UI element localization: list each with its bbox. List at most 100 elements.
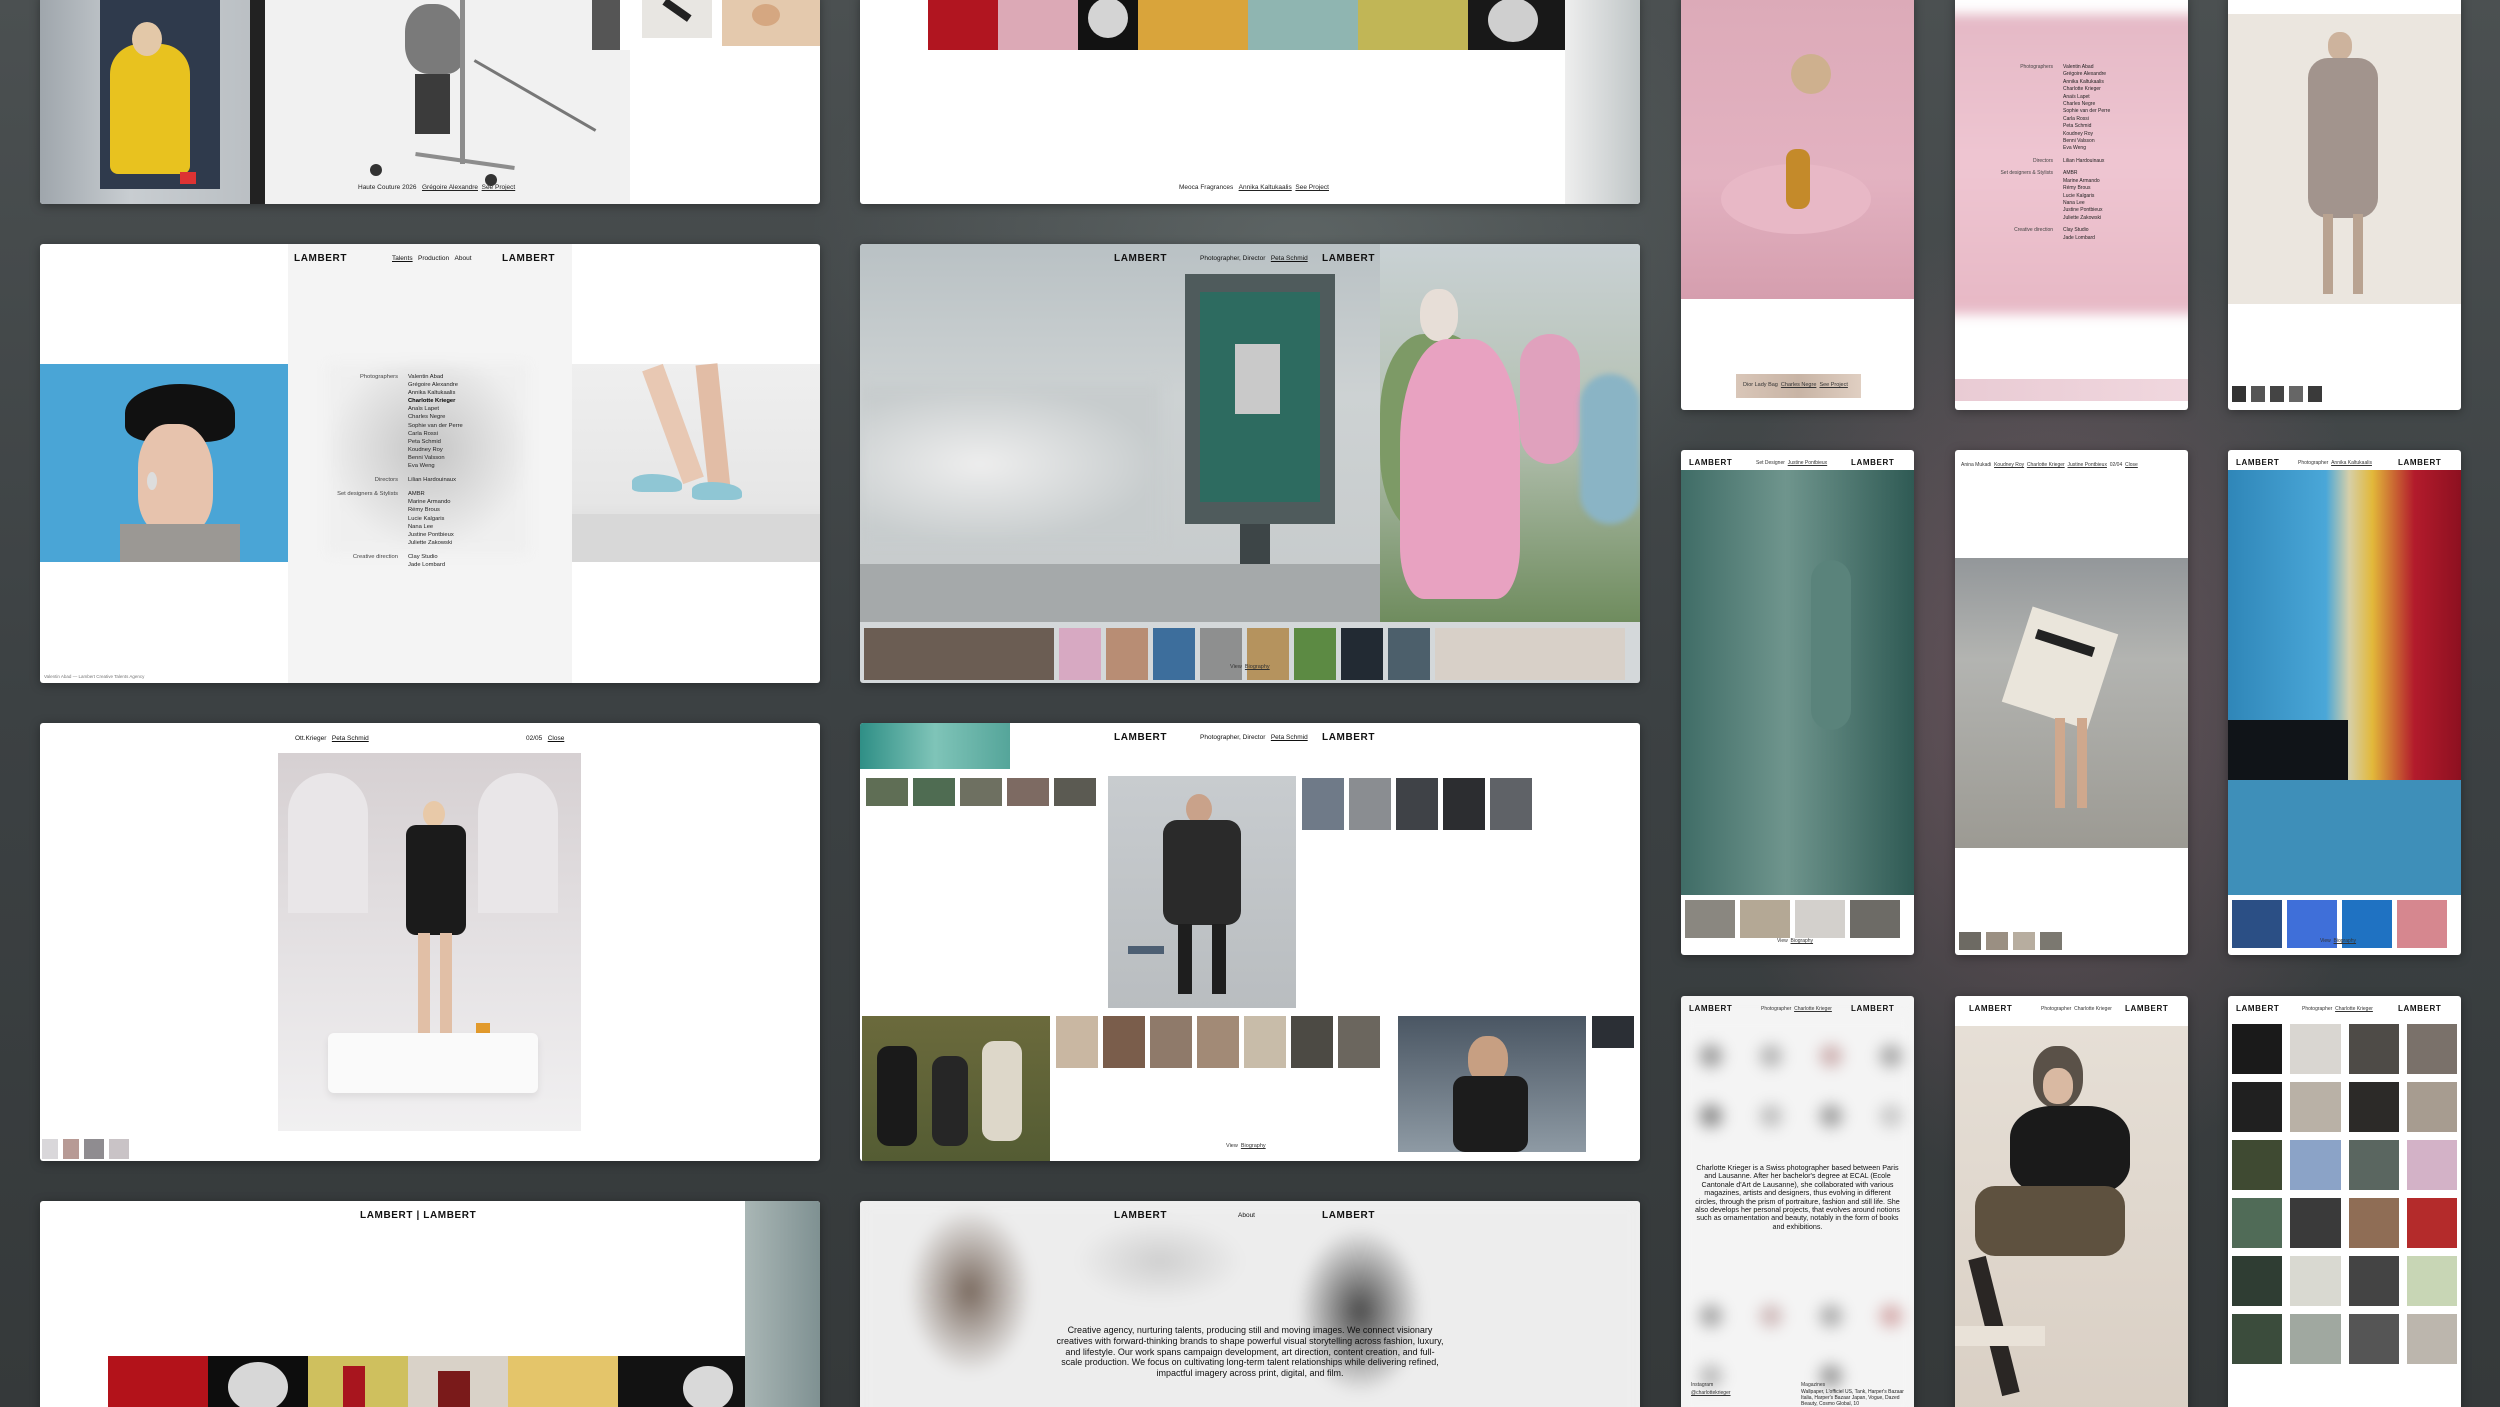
talent-link[interactable]: Lucie Kalgaris [408, 515, 454, 523]
mukadi-link[interactable]: Justine Pontbieux [2067, 462, 2106, 468]
talent-link[interactable]: Annika Kaltukaalis [2063, 79, 2110, 86]
bag-talent-link[interactable]: Charles Negre [1781, 382, 1816, 388]
kaltukaalis-view[interactable]: View [2320, 938, 2331, 944]
talent-link[interactable]: Nana Lee [2063, 200, 2102, 207]
fragrances-see-project[interactable]: See Project [1295, 184, 1329, 191]
talent-link[interactable]: Anaïs Lapet [2063, 94, 2110, 101]
brand-logo[interactable]: LAMBERT [1114, 1210, 1167, 1221]
talent-link[interactable]: Lilian Hardouinaux [2063, 158, 2104, 165]
brand-logo-right[interactable]: LAMBERT [2398, 458, 2441, 467]
couture-see-project[interactable]: See Project [482, 184, 516, 191]
brand-logo-right[interactable]: LAMBERT [1322, 1210, 1375, 1221]
thumbnail-grid[interactable] [2232, 1024, 2457, 1407]
gallery-row-end[interactable] [1592, 1016, 1634, 1048]
gallery-row-top-right[interactable] [1302, 778, 1532, 830]
talent-link[interactable]: Lilian Hardouinaux [408, 476, 456, 484]
gallery-bio[interactable]: Biography [1241, 1143, 1266, 1149]
talent-link[interactable]: Rémy Brous [408, 506, 454, 514]
gallery-talent-link[interactable]: Peta Schmid [332, 735, 369, 742]
mobile-krieger[interactable]: LAMBERT Photographer Charlotte Krieger L… [1955, 996, 2188, 1407]
bag-see-project[interactable]: See Project [1819, 382, 1847, 388]
mukadi-close[interactable]: Close [2125, 462, 2138, 468]
mobile-bio[interactable]: Biography [1791, 938, 1814, 944]
card-gallery-detail[interactable]: Ott.Krieger Peta Schmid 02/05 Close [40, 723, 820, 1161]
talent-link[interactable]: Clay Studio [2063, 227, 2095, 234]
talent-link[interactable]: Anaïs Lapet [408, 405, 463, 413]
brand-logo[interactable]: LAMBERT [1969, 1004, 2012, 1013]
card-fragrance-header[interactable]: LAMBERT | LAMBERT [40, 1201, 820, 1407]
talent-link[interactable]: Eva Weng [2063, 145, 2110, 152]
figure-thumbs[interactable] [2232, 386, 2322, 402]
talent-link[interactable]: Marine Armando [2063, 178, 2102, 185]
talent-link[interactable]: Peta Schmid [408, 438, 463, 446]
gallery-row-mid[interactable] [1056, 1016, 1380, 1068]
mukadi-link[interactable]: Charlotte Krieger [2027, 462, 2065, 468]
brand-logo-right[interactable]: LAMBERT [1322, 732, 1375, 743]
brand-logo[interactable]: LAMBERT [1689, 1004, 1732, 1013]
mobile-talent-link[interactable]: Justine Pontbieux [1788, 460, 1827, 466]
gallery-talent-link[interactable]: Peta Schmid [1271, 734, 1308, 741]
brand-logo[interactable]: LAMBERT [2236, 458, 2279, 467]
talent-link-active[interactable]: Charlotte Krieger [408, 397, 463, 405]
kaltukaalis-bio[interactable]: Biography [2334, 938, 2357, 944]
talent-link[interactable]: Koudney Roy [408, 446, 463, 454]
booth-thumbnails[interactable] [864, 628, 1625, 680]
mobile-roster[interactable]: Photographers Valentin Abad Grégoire Ale… [1955, 0, 2188, 410]
mobile-set-designer[interactable]: LAMBERT Set Designer Justine Pontbieux L… [1681, 450, 1914, 955]
talent-link[interactable]: AMBR [2063, 170, 2102, 177]
talent-link[interactable]: Carla Rossi [2063, 116, 2110, 123]
brand-logo[interactable]: LAMBERT [1689, 458, 1732, 467]
card-gallery-grid[interactable]: LAMBERT Photographer, Director Peta Schm… [860, 723, 1640, 1161]
kaltukaalis-link[interactable]: Annika Kaltukaalis [2331, 460, 2372, 466]
mobile-krieger-bio[interactable]: LAMBERT Photographer Charlotte Krieger L… [1681, 996, 1914, 1407]
krieger-talent-link[interactable]: Charlotte Krieger [2074, 1006, 2112, 1012]
card-about[interactable]: LAMBERT About LAMBERT Creative agency, n… [860, 1201, 1640, 1407]
talent-link[interactable]: Benni Valsson [2063, 138, 2110, 145]
brand-logo[interactable]: LAMBERT [1114, 253, 1167, 264]
talent-link[interactable]: Marine Armando [408, 498, 454, 506]
talent-link[interactable]: Charles Negre [2063, 101, 2110, 108]
nav-about[interactable]: About [1238, 1212, 1255, 1219]
brand-logo-right[interactable]: LAMBERT [1851, 1004, 1894, 1013]
gallery-thumbnails[interactable] [42, 1139, 129, 1159]
talent-link[interactable]: Sophie van der Perre [2063, 108, 2110, 115]
talent-link[interactable]: Eva Weng [408, 462, 463, 470]
set-designer-thumbs[interactable] [1685, 900, 1900, 938]
brand-logo-right[interactable]: LAMBERT [502, 253, 555, 264]
gallery-row-top-left[interactable] [866, 778, 1096, 806]
talent-link[interactable]: Lucie Kalgaris [2063, 193, 2102, 200]
talent-link[interactable]: Charlotte Krieger [2063, 86, 2110, 93]
gallery-view[interactable]: View [1226, 1143, 1238, 1149]
booth-view[interactable]: View [1230, 664, 1242, 670]
talent-link[interactable]: Valentin Abad [2063, 64, 2110, 71]
mobile-krieger-grid[interactable]: LAMBERT Photographer Charlotte Krieger L… [2228, 996, 2461, 1407]
talent-link[interactable]: Grégoire Alexandre [408, 381, 463, 389]
mobile-view[interactable]: View [1777, 938, 1788, 944]
bio-talent-link[interactable]: Charlotte Krieger [1794, 1006, 1832, 1012]
brand-logo-right[interactable]: LAMBERT [1322, 253, 1375, 264]
brand-logo-right[interactable]: LAMBERT [1851, 458, 1894, 467]
talent-link[interactable]: Annika Kaltukaalis [408, 389, 463, 397]
booth-talent-link[interactable]: Peta Schmid [1271, 255, 1308, 262]
card-fragrances[interactable]: Meoca Fragrances Annika Kaltukaalis See … [860, 0, 1640, 204]
nav-about[interactable]: About [455, 255, 472, 262]
brand-logo-pair[interactable]: LAMBERT | LAMBERT [360, 1210, 476, 1221]
brand-logo-right[interactable]: LAMBERT [2125, 1004, 2168, 1013]
talent-link[interactable]: Charles Negre [408, 413, 463, 421]
mukadi-thumbs[interactable] [1959, 932, 2062, 950]
gallery-close[interactable]: Close [548, 735, 565, 742]
brand-logo[interactable]: LAMBERT [2236, 1004, 2279, 1013]
mobile-bag[interactable]: Dior Lady Bag Charles Negre See Project [1681, 0, 1914, 410]
talent-link[interactable]: Valentin Abad [408, 373, 463, 381]
nav-talents[interactable]: Talents [392, 255, 413, 262]
talent-link[interactable]: Grégoire Alexandre [2063, 71, 2110, 78]
mobile-kaltukaalis[interactable]: LAMBERT Photographer Annika Kaltukaalis … [2228, 450, 2461, 955]
talent-link[interactable]: Rémy Brous [2063, 185, 2102, 192]
mobile-mukadi[interactable]: Anina Mukadi Koudney Roy Charlotte Krieg… [1955, 450, 2188, 955]
brand-logo[interactable]: LAMBERT [294, 253, 347, 264]
fragrances-talent-link[interactable]: Annika Kaltukaalis [1239, 184, 1292, 191]
card-phone-booth[interactable]: LAMBERT Photographer, Director Peta Schm… [860, 244, 1640, 683]
talent-link[interactable]: Jade Lombard [2063, 235, 2095, 242]
talent-link[interactable]: Sophie van der Perre [408, 422, 463, 430]
talent-link[interactable]: Carla Rossi [408, 430, 463, 438]
